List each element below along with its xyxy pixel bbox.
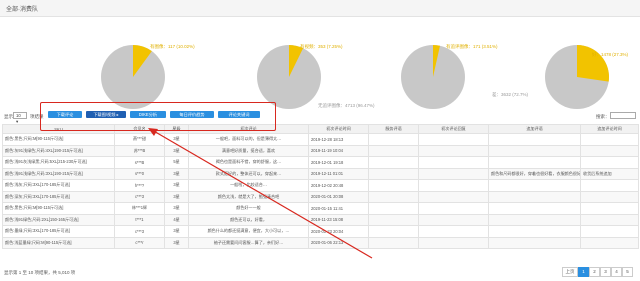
pagination-page-4[interactable]: 4 bbox=[611, 267, 622, 277]
pagination-page-3[interactable]: 3 bbox=[600, 267, 611, 277]
pagination-page-1[interactable]: 1 bbox=[578, 267, 589, 277]
pagination-page-2[interactable]: 2 bbox=[589, 267, 600, 277]
annotation-arrow bbox=[148, 128, 373, 259]
pagination-page-5[interactable]: 5 bbox=[622, 267, 633, 277]
pagination-prev[interactable]: 上页 bbox=[562, 267, 578, 277]
table-summary: 显示第 1 至 10 项结果，共 5,010 项 bbox=[4, 270, 76, 275]
